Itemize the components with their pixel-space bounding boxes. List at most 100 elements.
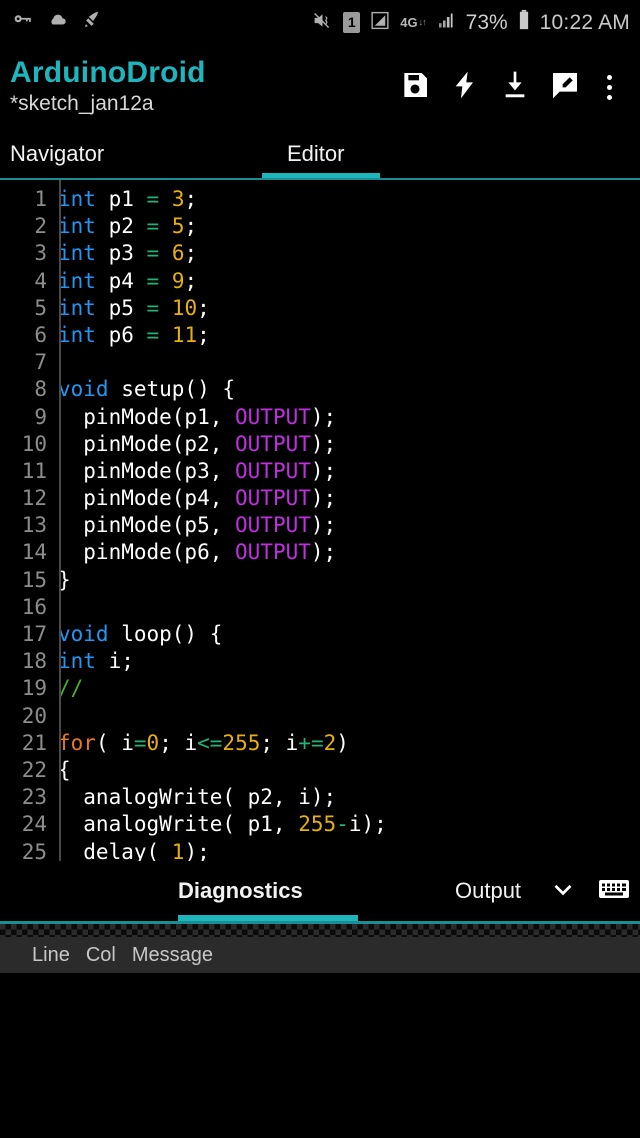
- code-token: =: [146, 241, 160, 266]
- code-token: <=: [197, 730, 223, 755]
- code-token: OUTPUT: [235, 404, 311, 429]
- code-token: );: [310, 404, 337, 429]
- line-number: 16: [21, 594, 47, 619]
- line-number: 4: [34, 268, 47, 293]
- code-line[interactable]: 10 pinMode(p2, OUTPUT);: [0, 431, 640, 458]
- code-line[interactable]: 6 int p6 = 11;: [0, 322, 640, 349]
- code-line[interactable]: 16: [0, 594, 640, 621]
- code-token: ;: [184, 268, 198, 293]
- code-line[interactable]: 3 int p3 = 6;: [0, 240, 640, 267]
- panel-resize-handle[interactable]: [0, 924, 640, 937]
- code-token: );: [184, 839, 210, 862]
- line-number: 6: [34, 322, 47, 347]
- code-line[interactable]: 9 pinMode(p1, OUTPUT);: [0, 404, 640, 431]
- code-token: 3: [171, 187, 185, 211]
- code-token: void: [58, 622, 109, 646]
- code-line[interactable]: 15}: [0, 567, 640, 594]
- code-line-text: pinMode(p6, OUTPUT);: [52, 539, 336, 566]
- save-button[interactable]: [390, 58, 440, 118]
- code-line[interactable]: 7: [0, 349, 640, 376]
- code-line[interactable]: 5 int p5 = 10;: [0, 295, 640, 322]
- main-tab-bar: Navigator Editor: [0, 130, 640, 178]
- code-token: void: [58, 377, 109, 402]
- app-title-block: ArduinoDroid *sketch_jan12a: [10, 57, 206, 119]
- code-line[interactable]: 23 analogWrite( p2, i);: [0, 784, 640, 811]
- code-line[interactable]: 11 pinMode(p3, OUTPUT);: [0, 458, 640, 485]
- code-line[interactable]: 20: [0, 703, 640, 730]
- code-editor[interactable]: 1 int p1 = 3; 2 int p2 = 5; 3 int p3 = 6; 4 int…: [0, 180, 640, 861]
- tab-diagnostics[interactable]: Diagnostics: [178, 880, 303, 902]
- code-token: OUTPUT: [235, 540, 311, 565]
- code-line[interactable]: 14 pinMode(p6, OUTPUT);: [0, 539, 640, 566]
- line-number: 5: [34, 295, 47, 320]
- code-line[interactable]: 19 //: [0, 675, 640, 702]
- code-token: for: [58, 730, 96, 755]
- tab-editor[interactable]: Editor: [287, 130, 344, 178]
- line-number: 13: [21, 513, 47, 538]
- code-line[interactable]: 13 pinMode(p5, OUTPUT);: [0, 512, 640, 539]
- line-number: 23: [21, 785, 47, 810]
- overflow-menu-button[interactable]: [590, 58, 628, 118]
- code-token: ;: [197, 322, 210, 347]
- code-token: 0: [146, 730, 160, 755]
- code-token: loop() {: [108, 622, 223, 646]
- code-token: =: [146, 214, 160, 239]
- code-token: );: [310, 486, 337, 511]
- code-line-text: void setup() {: [52, 376, 235, 403]
- code-token: 2: [323, 730, 337, 755]
- code-line[interactable]: 25 delay( 1);: [0, 839, 640, 862]
- code-line[interactable]: 4 int p4 = 9;: [0, 268, 640, 295]
- code-line-text: pinMode(p1, OUTPUT);: [52, 404, 336, 431]
- code-line-text: int i;: [52, 648, 134, 675]
- tab-output[interactable]: Output: [455, 880, 521, 902]
- gutter-divider: [59, 180, 61, 861]
- column-header-line: Line: [32, 943, 70, 966]
- mute-vibrate-icon: [311, 10, 334, 36]
- code-token: setup() {: [108, 377, 236, 402]
- code-token: p1: [95, 187, 147, 211]
- code-line[interactable]: 24 analogWrite( p1, 255-i);: [0, 811, 640, 838]
- code-token: );: [310, 458, 337, 483]
- code-token: pinMode(p5,: [58, 513, 236, 538]
- code-line-text: analogWrite( p1, 255-i);: [52, 811, 386, 838]
- code-token: 5: [171, 214, 185, 239]
- code-line[interactable]: 22{: [0, 757, 640, 784]
- code-token: 255: [222, 730, 261, 755]
- code-line-text: int p5 = 10;: [52, 295, 210, 322]
- rocket-icon: [81, 10, 102, 36]
- compile-button[interactable]: [440, 58, 490, 118]
- code-line[interactable]: 2 int p2 = 5;: [0, 213, 640, 240]
- status-bar-right-icons: 1 4G ↓↑ 73% 10:22 AM: [311, 9, 630, 36]
- annotate-icon: [549, 69, 581, 106]
- data-arrows-icon: ↓↑: [418, 17, 427, 27]
- battery-icon: [517, 9, 531, 36]
- code-token: =: [146, 187, 160, 211]
- code-line[interactable]: 1 int p1 = 3;: [0, 186, 640, 213]
- code-line[interactable]: 18 int i;: [0, 648, 640, 675]
- tab-navigator[interactable]: Navigator: [0, 130, 104, 178]
- code-line[interactable]: 17 void loop() {: [0, 621, 640, 648]
- code-token: p5: [95, 295, 147, 320]
- code-line[interactable]: 12 pinMode(p4, OUTPUT);: [0, 485, 640, 512]
- sim-card-icon: 1: [343, 12, 361, 33]
- code-token: );: [310, 431, 337, 456]
- code-token: =: [146, 295, 160, 320]
- code-token: 6: [171, 241, 185, 266]
- code-token: 11: [171, 322, 198, 347]
- collapse-panel-button[interactable]: [548, 874, 578, 909]
- code-line[interactable]: 21 for( i=0; i<=255; i+=2): [0, 730, 640, 757]
- code-line[interactable]: 8 void setup() {: [0, 376, 640, 403]
- code-token: ;: [184, 214, 198, 239]
- code-line-text: }: [52, 567, 71, 594]
- network-4g-icon: 4G ↓↑: [400, 16, 427, 29]
- upload-button[interactable]: [490, 58, 540, 118]
- line-number: 11: [21, 458, 47, 483]
- diagnostics-list[interactable]: [0, 973, 640, 1079]
- code-line-text: //: [52, 675, 83, 702]
- keyboard-toggle-button[interactable]: [598, 877, 630, 906]
- status-bar: 1 4G ↓↑ 73% 10:22 AM: [0, 0, 640, 45]
- annotate-button[interactable]: [540, 58, 590, 118]
- code-content[interactable]: 1 int p1 = 3; 2 int p2 = 5; 3 int p3 = 6; 4 int…: [0, 180, 640, 861]
